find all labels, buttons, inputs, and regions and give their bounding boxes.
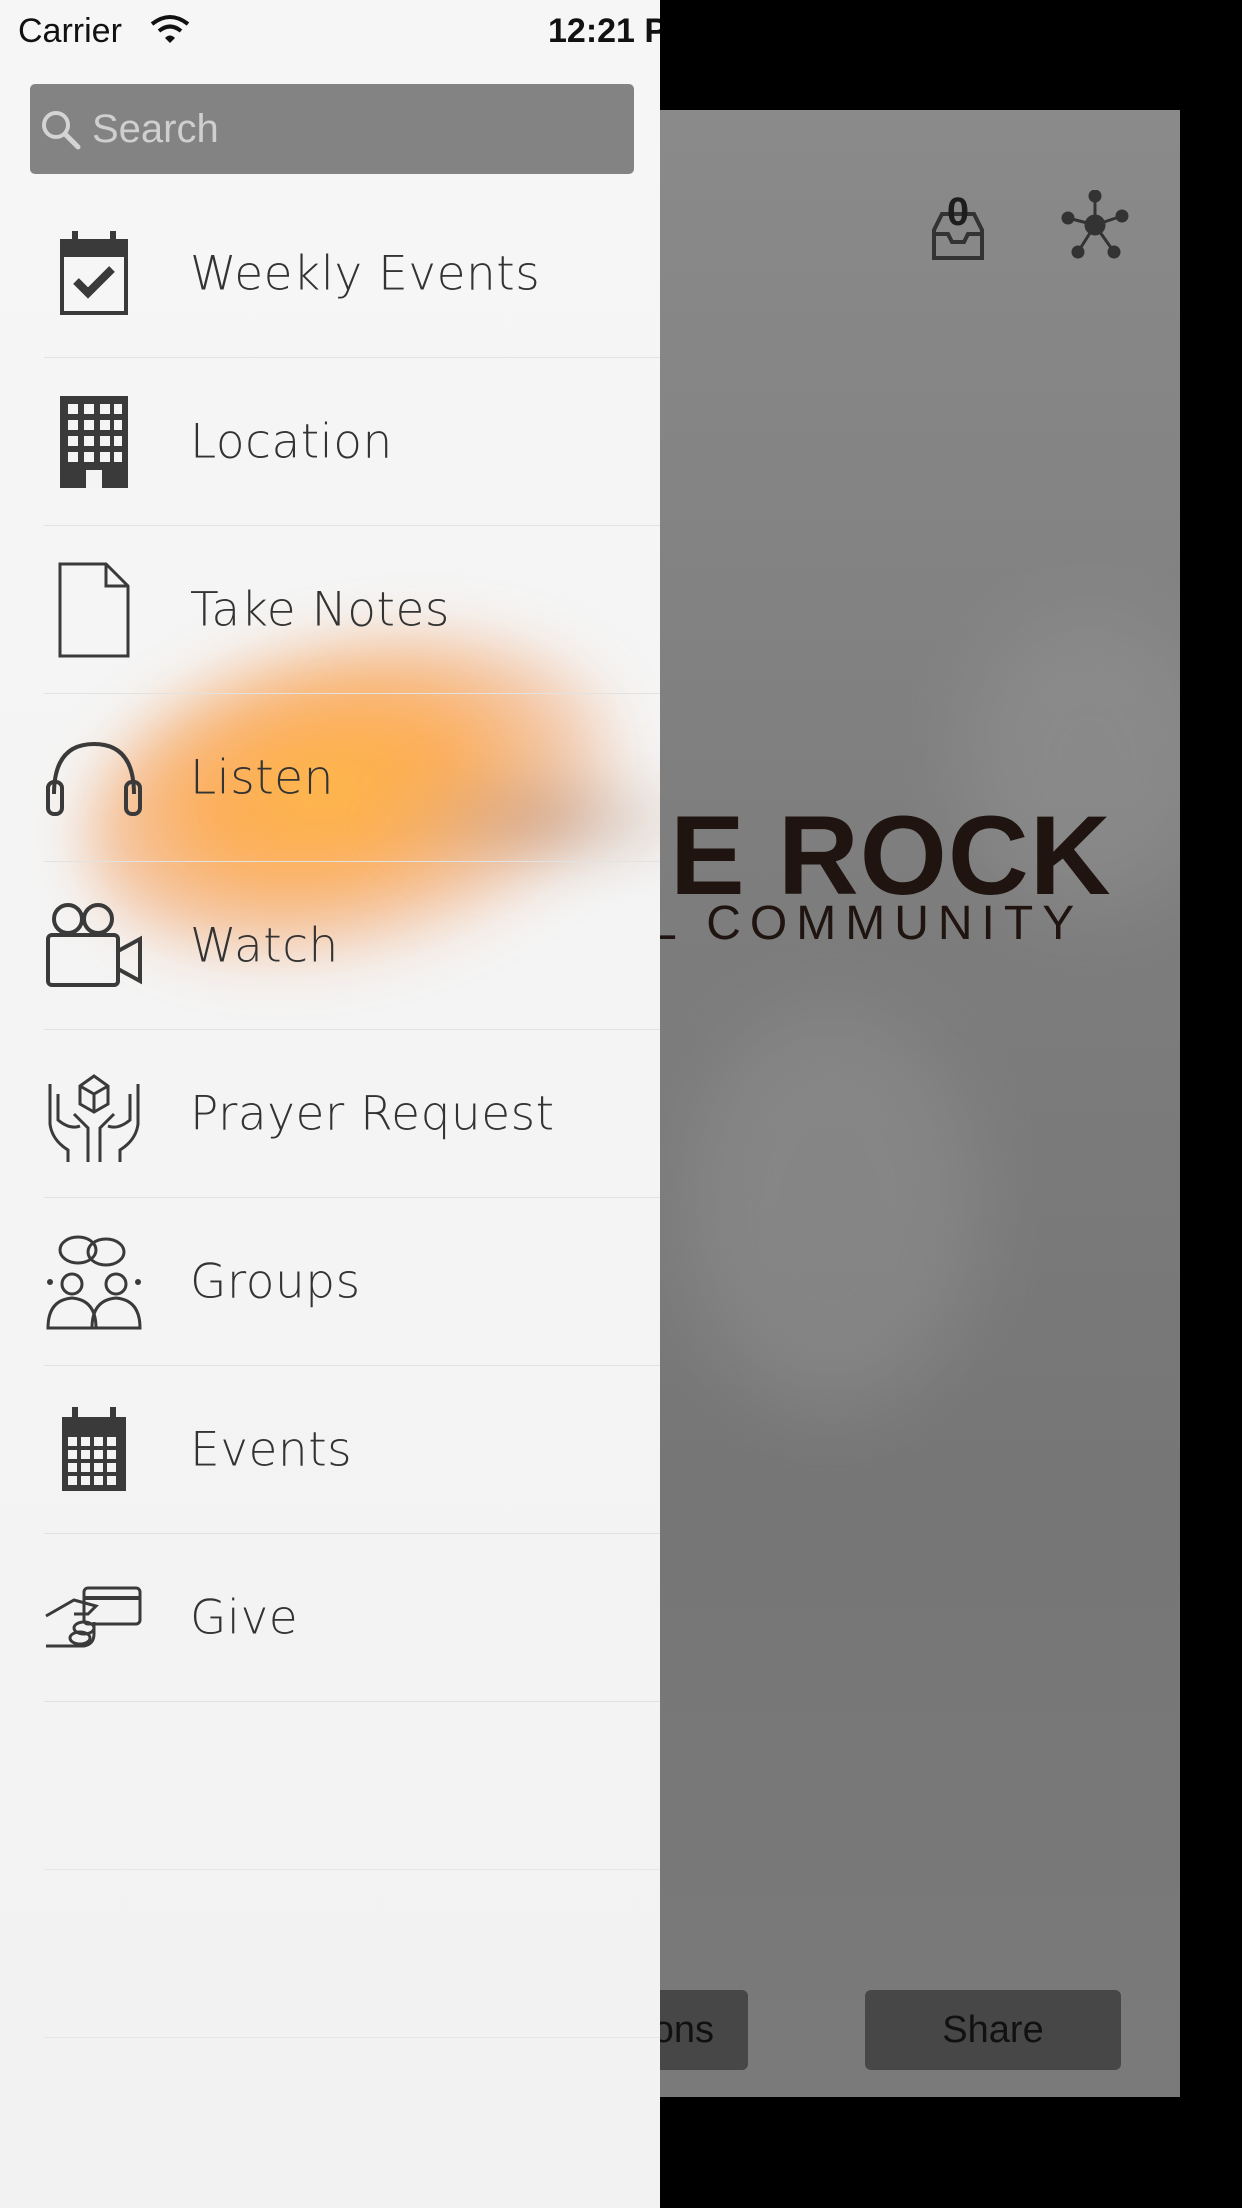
inbox-count: 0: [946, 190, 970, 234]
menu-item-give[interactable]: Give: [0, 1534, 660, 1702]
church-logo-subtitle: L COMMUNITY: [660, 897, 1084, 950]
empty-menu-row: [0, 1870, 660, 2038]
menu-item-location[interactable]: Location: [0, 358, 660, 526]
menu-label: Give: [190, 1590, 299, 1646]
network-share-icon[interactable]: [1060, 189, 1130, 260]
menu-label: Events: [190, 1422, 353, 1478]
calendar-check-icon: [44, 224, 144, 324]
menu-label: Take Notes: [190, 582, 450, 638]
menu-item-weekly-events[interactable]: Weekly Events: [0, 190, 660, 358]
calendar-grid-icon: [44, 1400, 144, 1500]
carrier-label: Carrier: [18, 12, 122, 50]
side-drawer: Carrier 12:21 P Weekly Events: [0, 0, 660, 2208]
building-icon: [44, 392, 144, 492]
menu-item-listen[interactable]: Listen: [0, 694, 660, 862]
share-button[interactable]: Share: [865, 1990, 1121, 2070]
menu-item-watch[interactable]: Watch: [0, 862, 660, 1030]
search-icon: [42, 111, 81, 150]
menu-label: Location: [190, 414, 393, 470]
menu-item-prayer-request[interactable]: Prayer Request: [0, 1030, 660, 1198]
menu-label: Groups: [190, 1254, 361, 1310]
menu-item-events[interactable]: Events: [0, 1366, 660, 1534]
search-input[interactable]: [82, 83, 634, 175]
menu-label: Prayer Request: [190, 1086, 555, 1142]
hand-card-icon: [44, 1568, 144, 1668]
menu-item-groups[interactable]: Groups: [0, 1198, 660, 1366]
menu-label: Weekly Events: [190, 246, 541, 302]
inbox-button[interactable]: 0: [928, 190, 988, 270]
background-app-screen: 0 E ROCK L COMMUNITY ons Share: [660, 110, 1180, 2097]
wifi-icon: [150, 15, 190, 43]
status-time: 12:21 P: [548, 12, 660, 50]
video-camera-icon: [44, 896, 144, 996]
search-bar[interactable]: [30, 83, 634, 175]
menu-item-take-notes[interactable]: Take Notes: [0, 526, 660, 694]
background-left-button[interactable]: ons: [660, 1990, 748, 2070]
empty-menu-row: [0, 1702, 660, 1870]
church-logo-title: E ROCK: [670, 793, 1112, 918]
status-bar: Carrier 12:21 P: [0, 0, 660, 60]
hands-box-icon: [44, 1064, 144, 1164]
headphones-icon: [44, 728, 144, 828]
document-icon: [44, 560, 144, 660]
menu-label: Watch: [190, 918, 339, 974]
people-chat-icon: [44, 1232, 144, 1332]
menu-label: Listen: [190, 750, 334, 806]
drawer-menu: Weekly Events Location Take Notes Listen…: [0, 190, 660, 2038]
